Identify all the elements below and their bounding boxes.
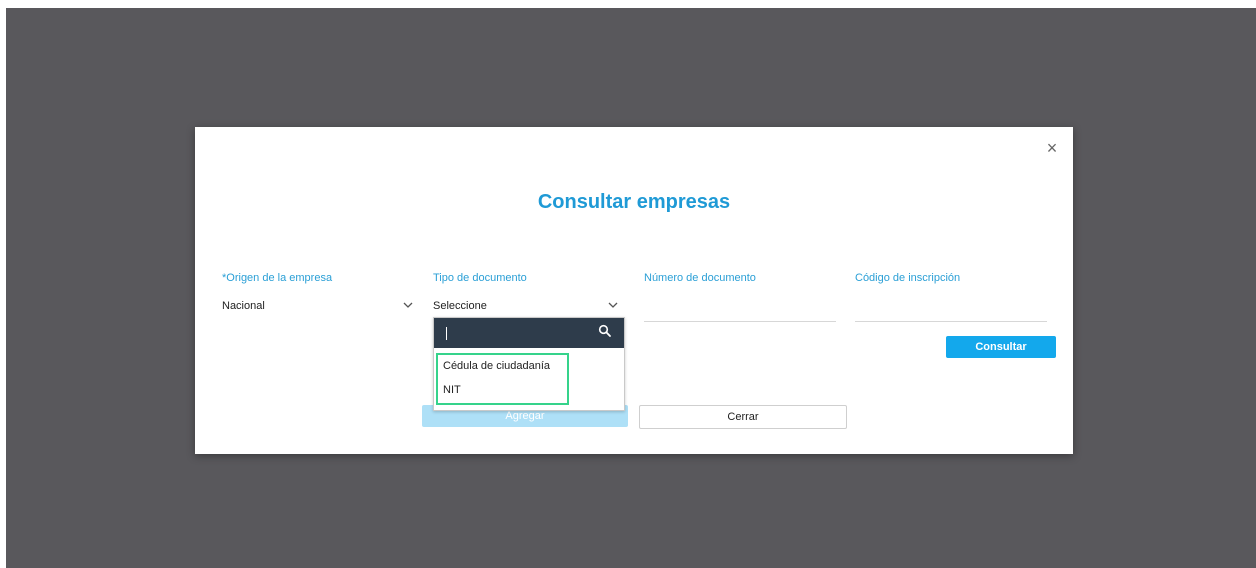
tipo-documento-label: Tipo de documento (433, 272, 527, 284)
numero-documento-field: Número de documento (644, 272, 836, 322)
consultar-empresas-modal: × Consultar empresas *Origen de la empre… (195, 127, 1073, 454)
search-icon[interactable] (598, 324, 612, 338)
text-cursor (446, 327, 447, 340)
numero-documento-label: Número de documento (644, 272, 756, 284)
tipo-documento-field: Tipo de documento Seleccione (433, 272, 625, 318)
codigo-inscripcion-field: Código de inscripción (855, 272, 1047, 322)
tipo-documento-dropdown: Cédula de ciudadanía NIT (433, 317, 625, 411)
option-cedula-ciudadania[interactable]: Cédula de ciudadanía (443, 360, 550, 372)
consultar-button[interactable]: Consultar (946, 336, 1056, 358)
chevron-down-icon (608, 302, 618, 308)
numero-documento-input[interactable] (644, 300, 836, 322)
close-icon[interactable]: × (1043, 139, 1061, 157)
codigo-inscripcion-label: Código de inscripción (855, 272, 961, 284)
origen-empresa-value: Nacional (222, 300, 265, 312)
option-nit[interactable]: NIT (443, 384, 461, 396)
tipo-documento-value: Seleccione (433, 300, 487, 312)
chevron-down-icon (403, 302, 413, 308)
dropdown-search-input[interactable] (434, 318, 624, 348)
codigo-inscripcion-input[interactable] (855, 300, 1047, 322)
tipo-documento-select[interactable]: Seleccione (433, 300, 625, 318)
origen-empresa-label: *Origen de la empresa (222, 272, 333, 284)
modal-title: Consultar empresas (537, 191, 731, 213)
origen-empresa-select[interactable]: Nacional (222, 300, 414, 318)
origen-empresa-field: *Origen de la empresa Nacional (222, 272, 414, 318)
cerrar-button[interactable]: Cerrar (639, 405, 847, 429)
